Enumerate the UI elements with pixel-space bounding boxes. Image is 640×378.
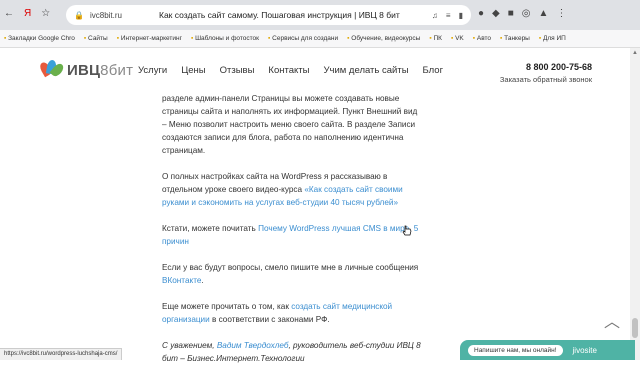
address-actions: ♫ ≡ ▮ xyxy=(432,11,463,20)
chat-brand: jivosite xyxy=(573,346,597,355)
bookmark-item[interactable]: Закладки Google Chro xyxy=(4,35,75,42)
bookmark-item[interactable]: Шаблоны и фотосток xyxy=(191,35,259,42)
paragraph: Еще можете прочитать о том, как создать … xyxy=(162,300,422,326)
nav-item[interactable]: Контакты xyxy=(268,65,309,76)
bookmark-item[interactable]: Интернет-маркетинг xyxy=(117,35,182,42)
nav-item[interactable]: Услуги xyxy=(138,65,167,76)
butterfly-icon xyxy=(40,60,64,80)
bookmark-item[interactable]: Авто xyxy=(473,35,491,42)
url-text: ivc8bit.ru xyxy=(90,11,122,20)
menu-icon[interactable]: ⋮ xyxy=(556,8,566,19)
paragraph: Кстати, можете почитать Почему WordPress… xyxy=(162,222,422,248)
nav-item[interactable]: Отзывы xyxy=(220,65,255,76)
phone-number[interactable]: 8 800 200-75-68 xyxy=(500,62,592,72)
bookmark-icon[interactable]: ▮ xyxy=(459,11,463,20)
yandex-icon[interactable]: Я xyxy=(24,8,31,19)
logo-text: ИВЦ8бит xyxy=(67,62,133,79)
extension-icon[interactable]: ● xyxy=(478,8,484,19)
author-link[interactable]: Вадим Твердохлеб xyxy=(217,341,289,350)
scrollbar[interactable]: ▲ xyxy=(630,48,640,360)
browser-toolbar: ← Я ☆ 🔒 ivc8bit.ru Как создать сайт само… xyxy=(0,0,640,30)
callback-link[interactable]: Заказать обратный звонок xyxy=(500,75,592,84)
logo[interactable]: ИВЦ8бит xyxy=(40,60,133,80)
bookmark-item[interactable]: Сайты xyxy=(84,35,108,42)
scroll-thumb[interactable] xyxy=(632,318,638,338)
paragraph: разделе админ-панели Страницы вы можете … xyxy=(162,92,422,157)
vk-link[interactable]: ВКонтакте xyxy=(162,276,201,285)
contact-block: 8 800 200-75-68 Заказать обратный звонок xyxy=(500,62,592,84)
extension-icon[interactable]: ◎ xyxy=(522,8,531,19)
nav-item[interactable]: Блог xyxy=(423,65,444,76)
bookmark-item[interactable]: VK xyxy=(451,35,464,42)
bookmark-item[interactable]: Для ИП xyxy=(539,35,566,42)
reader-icon[interactable]: ≡ xyxy=(446,11,451,20)
scroll-up-icon[interactable]: ▲ xyxy=(632,50,638,56)
back-icon[interactable]: ← xyxy=(4,8,14,19)
hand-cursor-icon xyxy=(402,225,412,237)
bookmark-item[interactable]: Танкеры xyxy=(500,35,530,42)
chat-widget[interactable]: Напишите нам, мы онлайн! jivosite xyxy=(460,340,635,360)
address-bar[interactable]: 🔒 ivc8bit.ru Как создать сайт самому. По… xyxy=(66,5,471,25)
paragraph: О полных настройках сайта на WordPress я… xyxy=(162,170,422,209)
page-title: Как создать сайт самому. Пошаговая инстр… xyxy=(159,10,400,20)
bookmark-item[interactable]: Сервисы для создани xyxy=(268,35,338,42)
site-header: ИВЦ8бит Услуги Цены Отзывы Контакты Учим дел… xyxy=(0,48,630,92)
signature: С уважением, Вадим Твердохлеб, руководит… xyxy=(162,339,422,365)
lock-icon: 🔒 xyxy=(74,11,84,20)
bookmark-item[interactable]: ПК xyxy=(429,35,442,42)
extension-icon[interactable]: ■ xyxy=(508,8,514,19)
nav-buttons: ← Я ☆ xyxy=(4,8,50,19)
bookmarks-bar: Закладки Google Chro Сайты Интернет-маркет… xyxy=(0,30,640,48)
headphones-icon[interactable]: ♫ xyxy=(432,11,438,20)
chat-message[interactable]: Напишите нам, мы онлайн! xyxy=(468,345,563,356)
article-body: разделе админ-панели Страницы вы можете … xyxy=(162,92,422,378)
status-url: https://ivc8bit.ru/wordpress-luchshaja-c… xyxy=(0,348,122,360)
extension-icon[interactable]: ▲ xyxy=(539,8,549,19)
main-nav: Услуги Цены Отзывы Контакты Учим делать сайт… xyxy=(138,65,443,76)
extension-icon[interactable]: ◆ xyxy=(492,8,500,19)
scroll-to-top-icon[interactable]: ︿ xyxy=(604,308,620,332)
nav-item[interactable]: Цены xyxy=(181,65,205,76)
nav-item[interactable]: Учим делать сайты xyxy=(323,65,408,76)
bookmark-item[interactable]: Обучение, видеокурсы xyxy=(347,35,420,42)
paragraph: Если у вас будут вопросы, смело пишите м… xyxy=(162,261,422,287)
extension-icons: ● ◆ ■ ◎ ▲ ⋮ xyxy=(478,8,566,19)
star-icon[interactable]: ☆ xyxy=(41,8,50,19)
